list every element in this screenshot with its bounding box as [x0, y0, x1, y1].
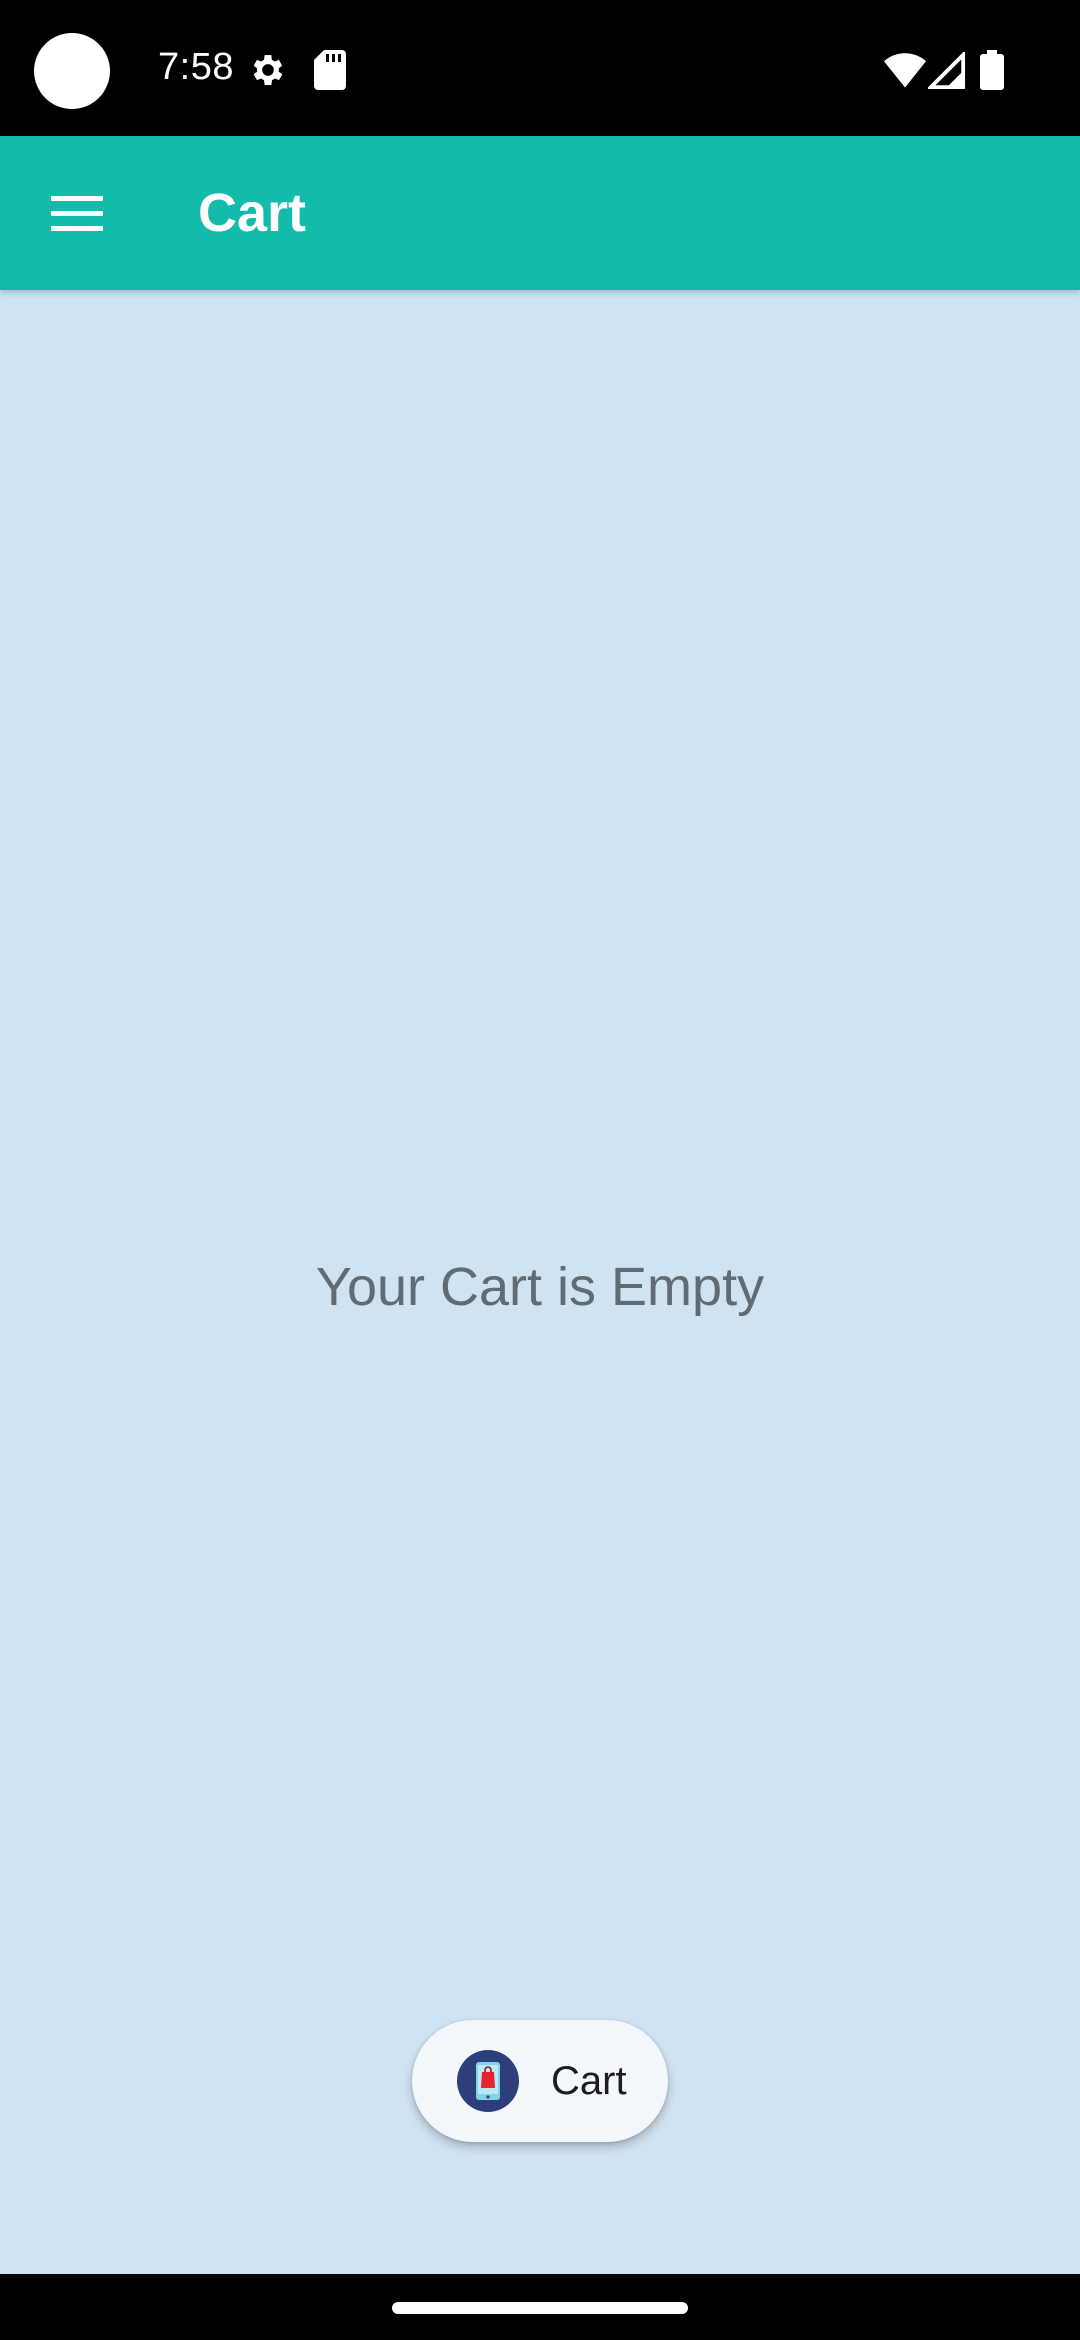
battery-icon	[980, 50, 1004, 95]
status-bar: 7:58	[0, 0, 1080, 136]
status-time: 7:58	[158, 46, 234, 88]
home-gesture-handle[interactable]	[392, 2302, 688, 2314]
cart-fab-label: Cart	[551, 2058, 627, 2103]
cart-fab-button[interactable]: Cart	[412, 2020, 668, 2142]
cart-content: Your Cart is Empty Cart	[0, 290, 1080, 2274]
system-navigation-bar	[0, 2274, 1080, 2340]
empty-cart-message: Your Cart is Empty	[315, 1257, 765, 1317]
app-bar: Cart	[0, 136, 1080, 290]
settings-gear-icon	[248, 50, 288, 95]
camera-cutout	[34, 33, 110, 109]
hamburger-menu-icon	[51, 196, 103, 232]
cellular-signal-icon	[926, 50, 966, 95]
navigation-menu-button[interactable]	[30, 172, 124, 256]
device-screen: 7:58 Cart Your Cart is Empty Cart	[0, 0, 1080, 2340]
wifi-icon	[884, 52, 926, 93]
shopping-bag-phone-icon	[457, 2050, 519, 2112]
page-title: Cart	[198, 183, 307, 243]
sd-card-icon	[314, 50, 346, 95]
